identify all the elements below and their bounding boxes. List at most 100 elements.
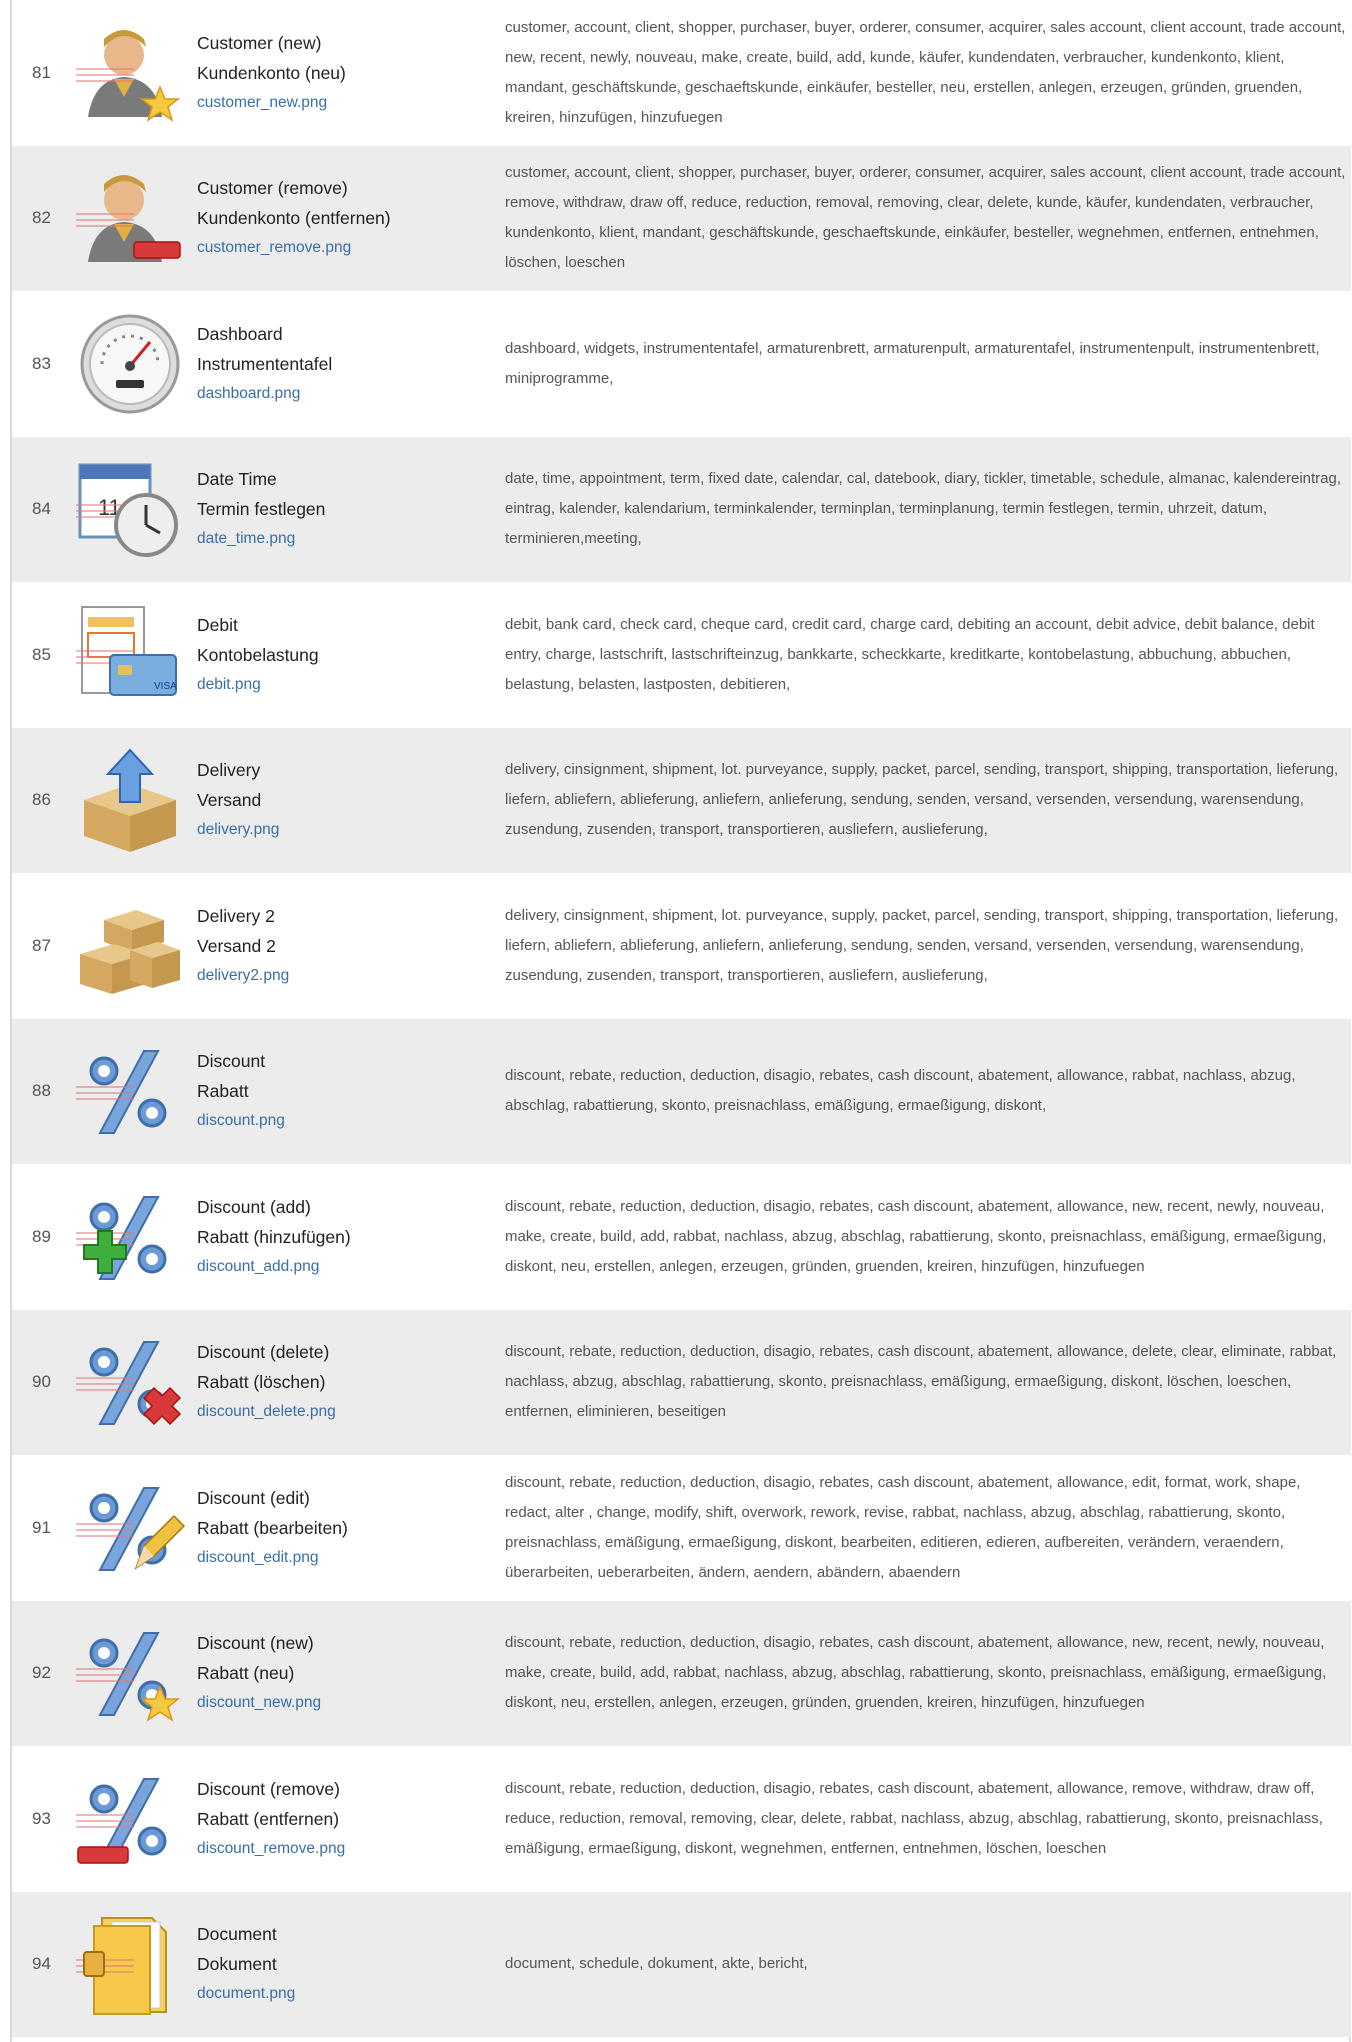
icon-names: Delivery Versand delivery.png: [197, 755, 497, 845]
icon-name-english: Document: [197, 1924, 277, 1945]
customer-new-icon: [74, 17, 186, 129]
icon-name-german: Instrumententafel: [197, 353, 333, 374]
date-time-icon: 11: [74, 453, 186, 565]
table-row: 93 Discount (remove) Rabatt (entfernen) dis…: [12, 1746, 1351, 1892]
table-row: 87 Delivery 2 Versand 2 delivery2.png delive…: [12, 873, 1351, 1019]
row-number: 85: [32, 644, 51, 664]
icon-name-german: Kontobelastung: [197, 644, 319, 665]
icon-keywords: customer, account, client, shopper, purc…: [505, 164, 1346, 272]
row-number: 90: [32, 1372, 51, 1392]
row-number: 94: [32, 1954, 51, 1974]
row-number: 84: [32, 499, 51, 519]
icon-names: Delivery 2 Versand 2 delivery2.png: [197, 901, 497, 991]
table-row: 81 Customer (new) Kundenkonto (neu) custome…: [12, 0, 1351, 146]
row-number: 88: [32, 1081, 51, 1101]
icon-name-english: Customer (remove): [197, 178, 348, 199]
row-number: 83: [32, 353, 51, 373]
icon-keywords: discount, rebate, reduction, deduction, …: [505, 1343, 1337, 1421]
row-number: 87: [32, 935, 51, 955]
table-row: 86 Delivery Versand delivery.png delivery, c…: [12, 727, 1351, 873]
icon-keywords: discount, rebate, reduction, deduction, …: [505, 1779, 1323, 1857]
icon-filename-link[interactable]: discount_add.png: [197, 1252, 497, 1282]
icon-filename-link[interactable]: dashboard.png: [197, 379, 497, 409]
table-row: 84 11 Date Time Termin festlegen date_time.p…: [12, 436, 1351, 582]
icon-names: Customer (new) Kundenkonto (neu) customer_…: [197, 28, 497, 118]
discount-icon: [74, 1035, 186, 1147]
icon-name-german: Rabatt (hinzufügen): [197, 1226, 351, 1247]
icon-names: Discount (delete) Rabatt (löschen) discoun…: [197, 1337, 497, 1427]
row-number: 89: [32, 1226, 51, 1246]
customer-remove-icon: [74, 162, 186, 274]
table-row: 82 Customer (remove) Kundenkonto (entferne…: [12, 145, 1351, 291]
icon-keywords: discount, rebate, reduction, deduction, …: [505, 1473, 1301, 1581]
icon-name-english: Delivery: [197, 760, 261, 781]
icon-name-english: Customer (new): [197, 32, 322, 53]
icon-keywords: debit, bank card, check card, cheque car…: [505, 615, 1315, 693]
icon-names: Discount (remove) Rabatt (entfernen) disco…: [197, 1774, 497, 1864]
row-number: 91: [32, 1517, 51, 1537]
icon-keywords: discount, rebate, reduction, deduction, …: [505, 1634, 1327, 1712]
table-row: 91 Discount (edit) Rabatt (bearbeiten) disc…: [12, 1455, 1351, 1601]
icon-name-english: Discount: [197, 1051, 266, 1072]
icon-keywords: discount, rebate, reduction, deduction, …: [505, 1067, 1296, 1115]
icon-name-german: Rabatt (bearbeiten): [197, 1517, 348, 1538]
icon-keywords: document, schedule, dokument, akte, beri…: [505, 1955, 808, 1973]
icon-name-english: Dashboard: [197, 323, 283, 344]
icon-name-german: Termin festlegen: [197, 499, 326, 520]
icon-filename-link[interactable]: document.png: [197, 1979, 497, 2009]
icon-names: Date Time Termin festlegen date_time.png: [197, 464, 497, 554]
icon-filename-link[interactable]: discount_edit.png: [197, 1543, 497, 1573]
row-number: 86: [32, 790, 51, 810]
table-row: 92 Discount (new) Rabatt (neu) discount_new…: [12, 1600, 1351, 1746]
icon-filename-link[interactable]: customer_remove.png: [197, 233, 497, 263]
icon-name-english: Discount (remove): [197, 1778, 340, 1799]
row-number: 82: [32, 208, 51, 228]
icon-names: Discount (edit) Rabatt (bearbeiten) discou…: [197, 1483, 497, 1573]
icon-keywords: customer, account, client, shopper, purc…: [505, 18, 1346, 126]
icon-name-english: Debit: [197, 614, 238, 635]
table-row: 89 Discount (add) Rabatt (hinzufügen) disco…: [12, 1164, 1351, 1310]
icon-keywords: dashboard, widgets, instrumententafel, a…: [505, 339, 1320, 387]
discount-add-icon: [74, 1181, 186, 1293]
table-row: 94 Document Dokument document.png document, …: [12, 1891, 1351, 2037]
delivery-icon: [74, 744, 186, 856]
icon-name-german: Kundenkonto (entfernen): [197, 208, 391, 229]
icon-name-english: Discount (new): [197, 1633, 314, 1654]
table-row: 85 VISA Debit Kontobelastung debit.png debit,…: [12, 582, 1351, 728]
icon-filename-link[interactable]: delivery2.png: [197, 961, 497, 991]
icon-filename-link[interactable]: discount.png: [197, 1106, 497, 1136]
svg-text:VISA: VISA: [154, 681, 177, 692]
icon-names: Customer (remove) Kundenkonto (entfernen)…: [197, 173, 497, 263]
icon-names: Discount (add) Rabatt (hinzufügen) discoun…: [197, 1192, 497, 1282]
icon-names: Discount Rabatt discount.png: [197, 1046, 497, 1136]
icon-name-german: Rabatt: [197, 1081, 249, 1102]
row-number: 93: [32, 1808, 51, 1828]
icon-filename-link[interactable]: date_time.png: [197, 524, 497, 554]
document-icon: [74, 1908, 186, 2020]
icon-names: Dashboard Instrumententafel dashboard.png: [197, 319, 497, 409]
icon-name-german: Rabatt (löschen): [197, 1372, 326, 1393]
icon-filename-link[interactable]: discount_delete.png: [197, 1397, 497, 1427]
icon-filename-link[interactable]: discount_new.png: [197, 1688, 497, 1718]
icon-name-german: Versand: [197, 790, 262, 811]
icon-filename-link[interactable]: customer_new.png: [197, 88, 497, 118]
icon-name-german: Kundenkonto (neu): [197, 62, 346, 83]
icon-keywords: discount, rebate, reduction, deduction, …: [505, 1197, 1327, 1275]
table-row: 90 Discount (delete) Rabatt (löschen) disco…: [12, 1309, 1351, 1455]
icon-keywords: date, time, appointment, term, fixed dat…: [505, 470, 1342, 548]
discount-delete-icon: [74, 1326, 186, 1438]
icon-name-german: Versand 2: [197, 935, 276, 956]
icon-filename-link[interactable]: debit.png: [197, 670, 497, 700]
icon-name-german: Rabatt (entfernen): [197, 1808, 340, 1829]
icon-keywords: delivery, cinsignment, shipment, lot. pu…: [505, 906, 1339, 984]
discount-remove-icon: [74, 1763, 186, 1875]
icon-name-english: Discount (add): [197, 1196, 311, 1217]
icon-filename-link[interactable]: delivery.png: [197, 815, 497, 845]
table-row: 88 Discount Rabatt discount.png discount, re…: [12, 1018, 1351, 1164]
dashboard-icon: [74, 308, 186, 420]
table-row: 83 Dashboard Instrumententafel dashboard.pn…: [12, 291, 1351, 437]
delivery2-icon: [74, 890, 186, 1002]
icon-name-english: Discount (edit): [197, 1487, 310, 1508]
icon-names: Discount (new) Rabatt (neu) discount_new.p…: [197, 1628, 497, 1718]
icon-filename-link[interactable]: discount_remove.png: [197, 1834, 497, 1864]
